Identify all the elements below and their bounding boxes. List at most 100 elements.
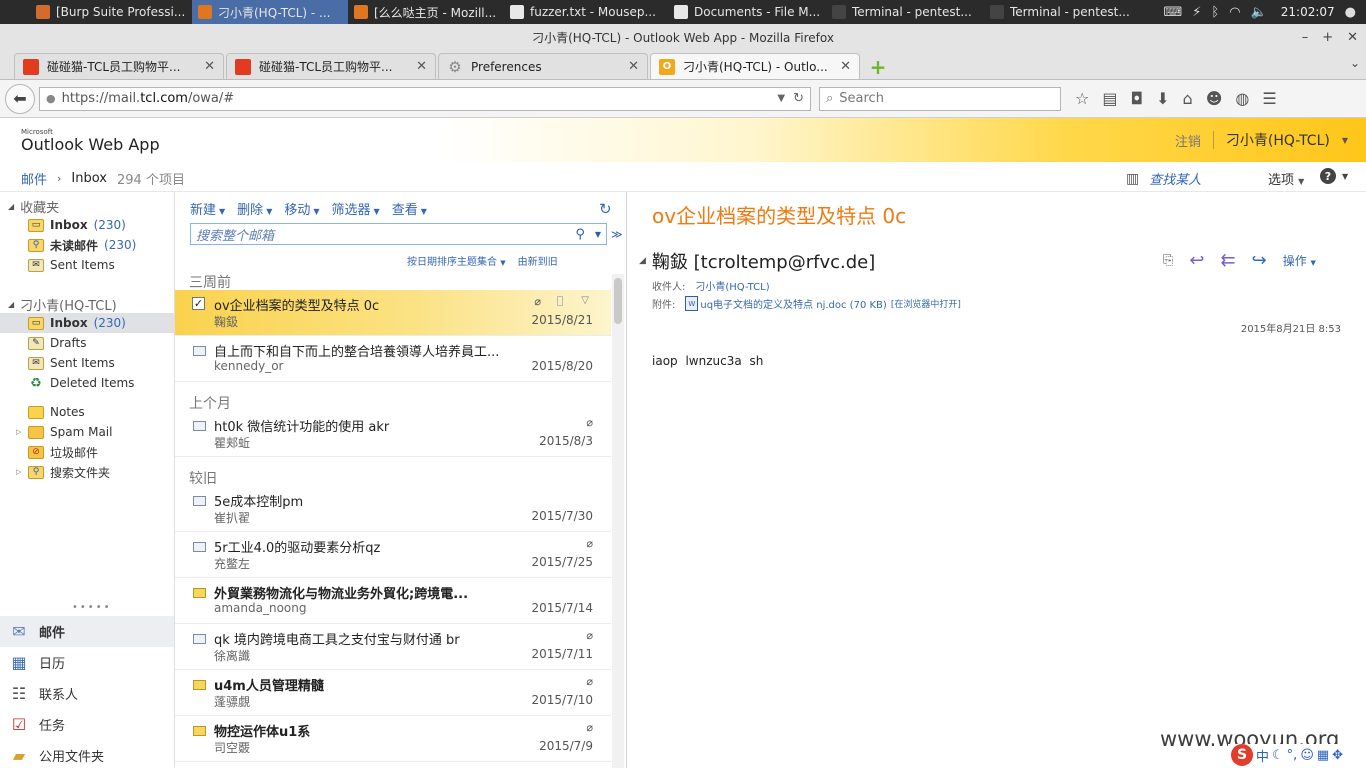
folder-item[interactable]: Notes [0, 402, 174, 422]
bookmark-star-icon[interactable]: ☆ [1075, 89, 1089, 108]
reading-list-icon[interactable]: ▤ [1102, 89, 1117, 108]
flag-icon[interactable]: ▽ [581, 295, 589, 306]
ime-mode-label[interactable]: 中 [1256, 746, 1269, 765]
taskbar-task[interactable]: fuzzer.txt - Mousep... [504, 0, 668, 24]
close-icon[interactable]: ✕ [1347, 24, 1358, 52]
scrollbar-thumb[interactable] [614, 278, 622, 324]
reply-icon[interactable]: ↩ [1189, 250, 1204, 271]
taskbar-task[interactable]: Terminal - pentest... [826, 0, 984, 24]
chat-icon[interactable]: ☻ [1206, 89, 1223, 108]
folder-item[interactable]: ▭ Inbox (230) [0, 313, 174, 333]
clock[interactable]: 21:02:07 [1277, 5, 1335, 19]
actions-menu[interactable]: 操作 ▼ [1283, 252, 1316, 269]
search-icon[interactable]: ⚲ [575, 227, 585, 242]
open-in-browser-link[interactable]: [在浏览器中打开] [891, 297, 961, 310]
menu-icon[interactable]: ☰ [1262, 89, 1276, 108]
taskbar-task[interactable]: Terminal - pentest... [984, 0, 1150, 24]
module-button[interactable]: ☑ 任务 [0, 709, 174, 740]
browser-tab[interactable]: 碰碰猫-TCL员工购物平... ✕ [226, 53, 436, 79]
message-row[interactable]: ht0k 微信统计功能的使用 akr 瞿郏蚯 2015/8/3 ⌀ [175, 411, 611, 457]
user-name[interactable]: 刁小青(HQ-TCL) [1226, 130, 1330, 150]
attachment-link[interactable]: W uq电子文档的定义及特点 nj.doc (70 KB) [685, 296, 887, 311]
breadcrumb-mail[interactable]: 邮件 [21, 169, 47, 188]
folder-item[interactable]: ✉ Sent Items [0, 353, 174, 373]
module-button[interactable]: ▦ 日历 [0, 647, 174, 678]
close-tab-icon[interactable]: ✕ [204, 59, 215, 74]
taskbar-task[interactable]: [Burp Suite Professi... [0, 0, 192, 24]
tab-list-chevron-icon[interactable]: ⌄ [1350, 56, 1360, 70]
attachment-icon[interactable]: ⎘ [1163, 253, 1173, 268]
message-row[interactable]: u4m人员管理精髓 蓬骠覷 2015/7/10 ⌀ [175, 670, 611, 716]
forward-icon[interactable]: ↪ [1252, 250, 1267, 271]
browser-tab[interactable]: ⚙ Preferences ✕ [438, 53, 648, 79]
expand-triangle-icon[interactable]: ▷ [16, 468, 21, 476]
mailbox-header[interactable]: ◢ 刁小青(HQ-TCL) [8, 295, 117, 314]
favorites-header[interactable]: ◢ 收藏夹 [8, 197, 59, 216]
message-row[interactable]: 物控运作体u1系 司空覈 2015/7/9 ⌀ [175, 716, 611, 762]
message-row[interactable]: 自上而下和自下而上的整合培養領導人培养員工... kennedy_or 2015/8… [175, 336, 611, 382]
expand-search-icon[interactable]: ≫ [611, 228, 623, 241]
help-menu[interactable]: ? ▼ [1320, 168, 1348, 184]
message-list-scrollbar[interactable] [612, 274, 624, 768]
folder-item[interactable]: ⚲ 未读邮件 (230) [0, 235, 174, 255]
browser-tab[interactable]: 碰碰猫-TCL员工购物平... ✕ [14, 53, 224, 79]
folder-item[interactable]: ✎ Drafts [0, 333, 174, 353]
ime-menu-icon[interactable]: ▦ [1317, 748, 1329, 763]
taskbar-task[interactable]: 刁小青(HQ-TCL) - ... [192, 0, 348, 24]
message-row[interactable]: 5r工业4.0的驱动要素分析qz 充鳖左 2015/7/25 ⌀ [175, 532, 611, 578]
emoji-icon[interactable]: ☺ [1300, 748, 1314, 763]
reply-all-icon[interactable]: ⇇ [1221, 250, 1236, 271]
taskbar-task[interactable]: Documents - File M... [668, 0, 826, 24]
maximize-icon[interactable]: + [1322, 24, 1333, 52]
reload-icon[interactable]: ↻ [793, 91, 804, 106]
search-dropdown-icon[interactable]: ▼ [595, 230, 601, 239]
url-dropdown-icon[interactable]: ▼ [777, 93, 785, 104]
folder-item[interactable]: ▭ Inbox (230) [0, 215, 174, 235]
recipient-name[interactable]: 刁小青(HQ-TCL) [695, 278, 769, 293]
find-person[interactable]: ▥ 查找某人 [1126, 169, 1201, 189]
collapse-triangle-icon[interactable]: ◢ [8, 202, 14, 211]
message-row[interactable]: 5e成本控制pm 崔扒翟 2015/7/30 [175, 486, 611, 532]
sogou-logo-icon[interactable]: S [1231, 744, 1253, 766]
sign-out-link[interactable]: 注销 [1175, 131, 1201, 150]
mailbox-search-input[interactable]: 搜索整个邮箱 ⚲ ▼ [190, 223, 607, 245]
browser-search-input[interactable]: ⌕ Search [819, 86, 1061, 111]
message-row[interactable]: 外貿業務物流化与物流业务外貿化;跨境電... amanda_noong 2015/7… [175, 578, 611, 624]
ime-tools-icon[interactable]: ✥ [1332, 748, 1343, 763]
collapse-triangle-icon[interactable]: ◢ [8, 300, 14, 309]
folder-item[interactable]: ⊘ 垃圾邮件 [0, 442, 174, 462]
toolbar-button[interactable]: 移动 ▼ [284, 199, 319, 218]
folder-item[interactable]: ♻ Deleted Items [0, 373, 174, 393]
close-tab-icon[interactable]: ✕ [840, 59, 851, 74]
moon-icon[interactable]: ☾ [1272, 748, 1284, 763]
module-button[interactable]: ▰ 公用文件夹 [0, 740, 174, 768]
message-checkbox[interactable]: ✓ [192, 297, 205, 310]
user-icon[interactable]: ● [1345, 5, 1356, 20]
category-box-icon[interactable] [557, 296, 563, 306]
new-tab-button[interactable]: + [866, 55, 890, 79]
message-row[interactable]: qk 境内跨境电商工具之支付宝与财付通 br 徐离讖 2015/7/11 ⌀ [175, 624, 611, 670]
power-icon[interactable]: ⚡ [1192, 5, 1201, 20]
folder-item[interactable]: ▷ Spam Mail [0, 422, 174, 442]
message-row[interactable]: ✓ ov企业档案的类型及特点 0c 鞠鈒 2015/8/21 ⌀ ▽ [175, 290, 611, 336]
chevron-down-icon[interactable]: ▼ [1342, 136, 1348, 145]
folder-item[interactable]: ✉ Sent Items [0, 255, 174, 275]
downloads-icon[interactable]: ⬇ [1156, 89, 1169, 108]
refresh-icon[interactable]: ↻ [599, 200, 612, 218]
toolbar-button[interactable]: 删除 ▼ [237, 199, 272, 218]
extension-icon[interactable]: ◍ [1235, 89, 1249, 108]
options-menu[interactable]: 选项 ▼ [1268, 169, 1304, 188]
sender-name[interactable]: 鞠鈒 [tcroltemp@rfvc.de] [652, 248, 875, 274]
toolbar-button[interactable]: 筛选器 ▼ [332, 199, 380, 218]
sort-by-menu[interactable]: 按日期排序主题集合 ▼ [407, 253, 506, 268]
bluetooth-icon[interactable]: ᛒ [1211, 5, 1219, 20]
browser-tab[interactable]: O 刁小青(HQ-TCL) - Outlo... ✕ [650, 53, 860, 79]
punctuation-icon[interactable]: °, [1287, 748, 1298, 763]
collapse-triangle-icon[interactable]: ◢ [639, 256, 646, 266]
close-tab-icon[interactable]: ✕ [628, 59, 639, 74]
home-icon[interactable]: ⌂ [1183, 89, 1193, 108]
folder-item[interactable]: ▷ ⚲ 搜索文件夹 [0, 462, 174, 482]
url-bar[interactable]: ● https://mail.tcl.com/owa/# ▼ ↻ [39, 86, 811, 111]
wifi-icon[interactable]: ◠ [1229, 5, 1240, 20]
toolbar-button[interactable]: 新建 ▼ [190, 199, 225, 218]
